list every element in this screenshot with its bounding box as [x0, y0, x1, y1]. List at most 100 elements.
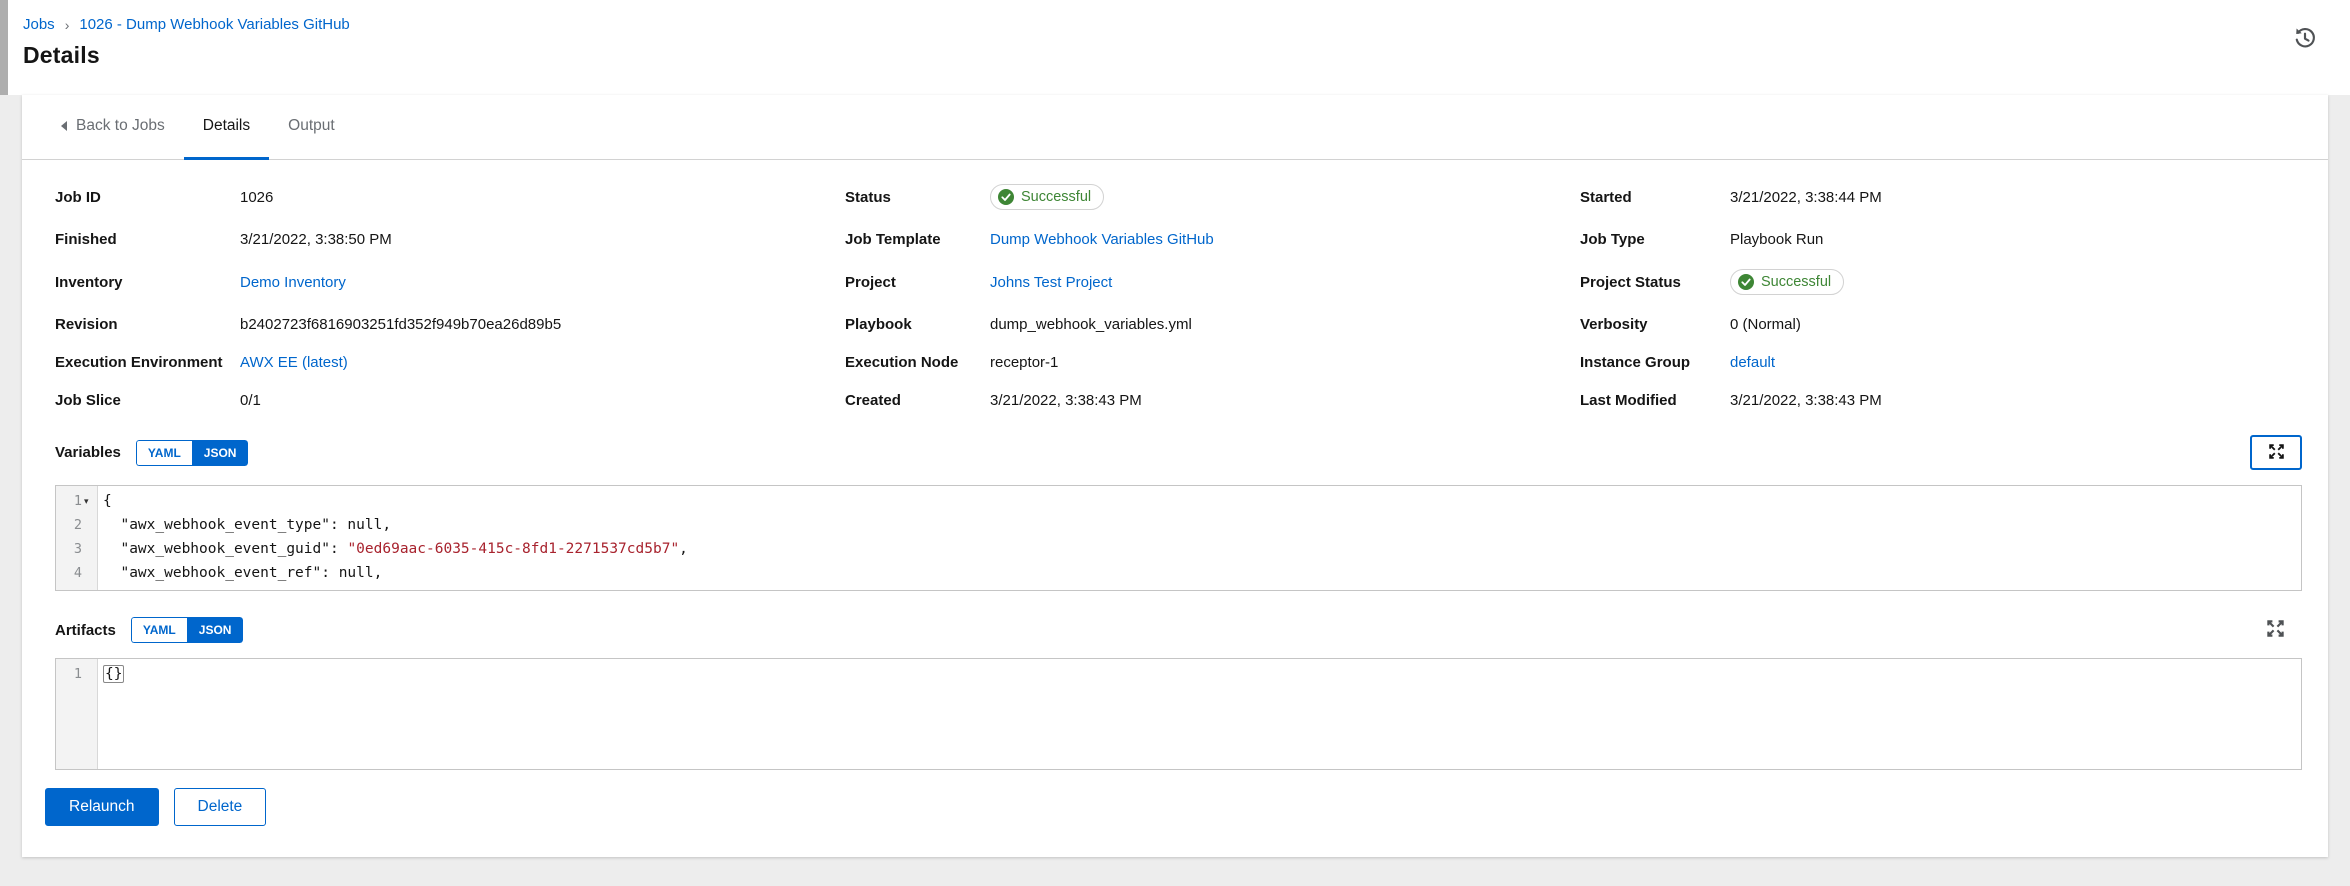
- field-value: receptor-1: [990, 354, 1580, 371]
- field-value-link[interactable]: Dump Webhook Variables GitHub: [990, 231, 1580, 248]
- field-value: 3/21/2022, 3:38:44 PM: [1730, 189, 2302, 206]
- field-label: Verbosity: [1580, 316, 1730, 333]
- artifacts-editor[interactable]: 1 ▾ {}: [55, 658, 2302, 770]
- code-line: 5 ▾ "awx_webhook_event_status_api": null…: [56, 585, 2301, 591]
- breadcrumb-jobs-link[interactable]: Jobs: [23, 16, 55, 33]
- delete-button[interactable]: Delete: [174, 788, 267, 826]
- artifacts-yaml-toggle[interactable]: YAML: [131, 617, 187, 643]
- field-value-link[interactable]: AWX EE (latest): [240, 354, 845, 371]
- variables-editor-lines: 1 ▾ { 2 ▾ "awx_webhook_event_type": null…: [56, 486, 2301, 591]
- history-button[interactable]: [2290, 24, 2320, 54]
- code-line: 3 ▾ "awx_webhook_event_guid": "0ed69aac-…: [56, 537, 2301, 561]
- field-label: Job Type: [1580, 231, 1730, 248]
- variables-editor[interactable]: 1 ▾ { 2 ▾ "awx_webhook_event_type": null…: [55, 485, 2302, 591]
- variables-json-toggle[interactable]: JSON: [192, 440, 249, 466]
- code-line-text: "awx_webhook_event_ref": null,: [98, 561, 382, 585]
- field-label: Inventory: [55, 274, 240, 291]
- field-value: dump_webhook_variables.yml: [990, 316, 1580, 333]
- field-label: Revision: [55, 316, 240, 333]
- tab-label: Back to Jobs: [76, 117, 165, 135]
- artifacts-label: Artifacts: [55, 622, 116, 639]
- field-label: Project Status: [1580, 274, 1730, 291]
- field-value-link[interactable]: Johns Test Project: [990, 274, 1580, 291]
- field-label: Job Slice: [55, 392, 240, 409]
- artifacts-editor-lines: 1 ▾ {}: [56, 659, 2301, 686]
- scrollbar-edge: [0, 0, 8, 95]
- artifacts-expand-button[interactable]: [2264, 619, 2286, 641]
- line-number: 5: [74, 585, 82, 591]
- field-label: Status: [845, 189, 990, 206]
- page-header: Jobs › 1026 - Dump Webhook Variables Git…: [0, 0, 2350, 95]
- line-number: 2: [74, 513, 82, 537]
- breadcrumb: Jobs › 1026 - Dump Webhook Variables Git…: [23, 16, 2350, 33]
- field-label: Instance Group: [1580, 354, 1730, 371]
- status-badge-label: Successful: [1761, 274, 1831, 290]
- code-line: 1 ▾ {: [56, 489, 2301, 513]
- code-line-text: {}: [98, 662, 124, 686]
- field-label: Project: [845, 274, 990, 291]
- code-line-text: "awx_webhook_event_type": null,: [98, 513, 391, 537]
- field-value: Successful: [990, 184, 1580, 210]
- line-number: 1: [74, 489, 82, 513]
- field-value-link[interactable]: default: [1730, 354, 2302, 371]
- tab-back-to-jobs[interactable]: Back to Jobs: [42, 95, 184, 160]
- field-label: Job ID: [55, 189, 240, 206]
- field-label: Execution Environment: [55, 354, 240, 371]
- status-badge-label: Successful: [1021, 189, 1091, 205]
- tab-bar: Back to Jobs Details Output: [22, 95, 2328, 160]
- history-icon: [2292, 39, 2318, 54]
- action-buttons: Relaunch Delete: [45, 788, 2302, 826]
- code-line-text: {: [98, 489, 112, 513]
- variables-expand-button[interactable]: [2250, 435, 2302, 470]
- relaunch-button[interactable]: Relaunch: [45, 788, 159, 826]
- field-value: Playbook Run: [1730, 231, 2302, 248]
- breadcrumb-separator-icon: ›: [65, 17, 70, 33]
- field-value: b2402723f6816903251fd352f949b70ea26d89b5: [240, 316, 845, 333]
- field-value: 3/21/2022, 3:38:50 PM: [240, 231, 845, 248]
- check-circle-icon: [1738, 274, 1754, 290]
- status-badge: Successful: [1730, 269, 1844, 295]
- field-label: Execution Node: [845, 354, 990, 371]
- page-title: Details: [23, 42, 2350, 69]
- field-label: Playbook: [845, 316, 990, 333]
- tab-label: Details: [203, 117, 250, 135]
- field-label: Started: [1580, 189, 1730, 206]
- variables-format-toggle: YAML JSON: [136, 440, 249, 466]
- fold-arrow-icon[interactable]: ▾: [84, 489, 94, 513]
- field-value: Successful: [1730, 269, 2302, 295]
- code-line-text: "awx_webhook_event_guid": "0ed69aac-6035…: [98, 537, 688, 561]
- tab-label: Output: [288, 117, 335, 135]
- field-value: 0/1: [240, 392, 845, 409]
- artifacts-format-toggle: YAML JSON: [131, 617, 244, 643]
- expand-arrows-icon: [2266, 619, 2285, 641]
- job-details-card: Back to Jobs Details Output Job ID 1026 …: [22, 95, 2328, 857]
- field-value-link[interactable]: Demo Inventory: [240, 274, 845, 291]
- back-arrow-icon: [61, 121, 67, 131]
- details-grid: Job ID 1026 Status Successful Started 3/…: [55, 184, 2302, 409]
- field-label: Last Modified: [1580, 392, 1730, 409]
- code-line: 1 ▾ {}: [56, 662, 2301, 686]
- artifacts-json-toggle[interactable]: JSON: [187, 617, 244, 643]
- tab-output[interactable]: Output: [269, 95, 354, 160]
- expand-arrows-icon: [2268, 443, 2285, 463]
- field-label: Created: [845, 392, 990, 409]
- line-number: 3: [74, 537, 82, 561]
- code-line: 2 ▾ "awx_webhook_event_type": null,: [56, 513, 2301, 537]
- line-number: 1: [74, 662, 82, 686]
- tab-details[interactable]: Details: [184, 95, 269, 160]
- field-value: 3/21/2022, 3:38:43 PM: [1730, 392, 2302, 409]
- field-label: Finished: [55, 231, 240, 248]
- status-badge: Successful: [990, 184, 1104, 210]
- field-value: 1026: [240, 189, 845, 206]
- field-value: 0 (Normal): [1730, 316, 2302, 333]
- field-label: Job Template: [845, 231, 990, 248]
- artifacts-section-head: Artifacts YAML JSON: [55, 617, 2302, 643]
- code-line: 4 ▾ "awx_webhook_event_ref": null,: [56, 561, 2301, 585]
- line-number: 4: [74, 561, 82, 585]
- variables-yaml-toggle[interactable]: YAML: [136, 440, 192, 466]
- code-line-text: "awx_webhook_event_status_api": null,: [98, 585, 443, 591]
- field-value: 3/21/2022, 3:38:43 PM: [990, 392, 1580, 409]
- variables-section-head: Variables YAML JSON: [55, 435, 2302, 470]
- breadcrumb-job-link[interactable]: 1026 - Dump Webhook Variables GitHub: [79, 16, 349, 33]
- check-circle-icon: [998, 189, 1014, 205]
